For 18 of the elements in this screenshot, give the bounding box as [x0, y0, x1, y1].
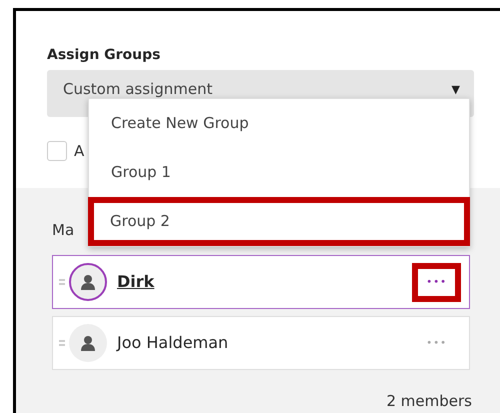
more-button[interactable]: •••: [412, 262, 461, 302]
member-row[interactable]: Dirk •••: [52, 255, 470, 309]
drag-handle-icon[interactable]: [59, 279, 65, 285]
person-icon: [79, 273, 97, 291]
menu-item[interactable]: Create New Group: [89, 99, 469, 148]
checkbox-label: A: [74, 141, 84, 162]
menu-item[interactable]: Group 1: [89, 148, 469, 197]
person-icon: [79, 334, 97, 352]
section-heading: Ma: [52, 221, 74, 239]
member-count: 2 members: [386, 391, 472, 412]
caret-icon: ▼: [452, 81, 460, 98]
drag-handle-icon[interactable]: [59, 340, 65, 346]
member-row[interactable]: Joo Haldeman •••: [52, 316, 470, 370]
menu-item[interactable]: Group 2: [88, 197, 470, 246]
field-label: Assign Groups: [47, 46, 162, 64]
checkbox[interactable]: [47, 141, 67, 162]
member-name: Joo Haldeman: [117, 332, 230, 354]
member-name[interactable]: Dirk: [117, 270, 412, 294]
